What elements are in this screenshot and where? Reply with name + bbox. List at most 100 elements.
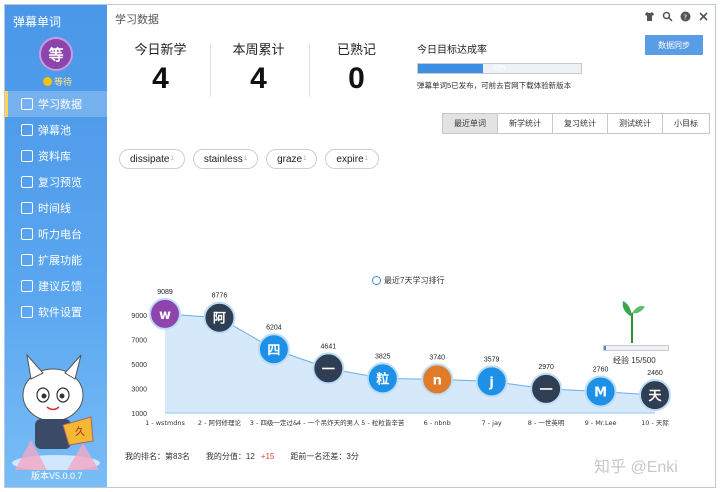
word-count: 1 [303,156,307,162]
word-count: 1 [364,156,369,162]
y-tick-label: 9000 [131,313,147,320]
data-label: 9089 [157,289,173,296]
sidebar-item-study-data[interactable]: 学习数据 [5,91,107,117]
sidebar-item-library[interactable]: 资料库 [5,143,107,169]
tab-new-stats[interactable]: 新学统计 [497,114,552,133]
stat-today-new: 今日新学 4 [113,39,208,96]
barrage-icon [21,124,33,136]
footer-stats: 我的排名：第83名 我的分值：12 +15 距前一名还差：3分 [125,451,359,462]
sidebar-item-label: 复习预览 [38,177,82,189]
grid-icon [21,254,33,266]
x-tick-label: 1 - wstmdns [145,419,185,427]
sprout-icon [622,301,645,343]
x-tick-label: 7 - jay [482,419,502,427]
daily-goal: 今日目标达成率 40% 弹幕单词5已发布，可前去官网下载体验新版本 [417,41,617,91]
svg-text:久: 久 [75,426,85,438]
level-badge: 等待 [43,75,72,88]
experience-label: 经验 15/500 [613,356,656,365]
data-point-avatar-label: 一 [322,362,335,377]
data-label: 2760 [593,366,609,373]
stat-week-total: 本周累计 4 [211,39,306,96]
data-point-avatar-label: j [488,375,493,390]
recent-words-list: dissipate 1 stainless 1 graze 1 expire 1 [119,149,380,169]
bar-chart-icon [21,98,33,110]
tab-test-stats[interactable]: 测试统计 [607,114,662,133]
version-label: 版本V5.0.0.7 [31,471,83,481]
svg-text:?: ? [683,14,687,22]
data-label: 3825 [375,353,391,360]
data-point-avatar-label: n [433,373,442,388]
sidebar-nav: 学习数据 弹幕池 资料库 复习预览 时间线 听力电台 扩展功能 建议反馈 软件设… [5,91,107,325]
stat-value: 0 [348,62,365,95]
word-text: expire [336,153,364,165]
goal-title: 今日目标达成率 [417,45,487,56]
help-icon[interactable]: ? [680,11,691,22]
word-count: 1 [243,156,248,162]
data-label: 2460 [647,370,663,377]
y-tick-label: 7000 [131,338,147,345]
sync-button[interactable]: 数据同步 [645,35,703,55]
sidebar-item-label: 时间线 [38,203,71,215]
goal-percent: 40% [492,65,507,72]
avatar[interactable]: 等 [39,37,73,71]
sidebar-item-label: 扩展功能 [38,255,82,267]
level-label: 等待 [54,77,73,87]
calendar-icon [21,176,33,188]
stat-value: 4 [250,62,267,95]
word-chip[interactable]: dissipate 1 [119,149,185,169]
stat-label: 今日新学 [134,42,187,57]
data-label: 6204 [266,324,282,331]
x-tick-label: 6 - nbnb [424,419,451,427]
app-window: 弹幕单词 等 等待 学习数据 弹幕池 资料库 复习预览 时间线 听力电台 扩展功… [4,4,716,488]
x-tick-label: 4 - 一个吊炸天的男人 [297,418,360,427]
word-count: 1 [170,156,174,162]
experience-fill [604,346,606,350]
score-plus: +15 [260,452,275,461]
sidebar-item-extensions[interactable]: 扩展功能 [5,247,107,273]
sidebar-item-label: 软件设置 [38,307,82,319]
data-label: 2970 [538,364,554,371]
data-label: 3740 [429,354,445,361]
gap-to-next: 距前一名还差：3分 [290,452,359,461]
level-icon [43,77,52,86]
sidebar-item-barrage-pool[interactable]: 弹幕池 [5,117,107,143]
data-point-avatar-label: 阿 [213,312,226,327]
library-icon [21,150,33,162]
hourglass-icon [21,202,33,214]
stat-value: 4 [152,62,169,95]
word-text: graze [277,153,303,165]
sidebar-item-label: 建议反馈 [38,281,82,293]
word-chip[interactable]: expire 1 [325,149,380,169]
x-tick-label: 5 - 粒粒皆辛苦 [361,418,405,427]
shirt-icon[interactable] [644,11,655,22]
sidebar-item-label: 听力电台 [38,229,82,241]
tab-recent-words[interactable]: 最近单词 [443,114,497,133]
update-notice[interactable]: 弹幕单词5已发布，可前去官网下载体验新版本 [417,80,617,91]
word-text: stainless [203,153,243,165]
data-point-avatar-label: w [159,308,171,323]
word-chip[interactable]: stainless 1 [192,149,259,169]
word-chip[interactable]: graze 1 [266,149,318,169]
x-tick-label: 8 - 一世英明 [528,418,565,427]
data-point-avatar-label: 一 [540,383,553,398]
sidebar-item-settings[interactable]: 软件设置 [5,299,107,325]
tab-small-goal[interactable]: 小目标 [662,114,709,133]
experience-bar [603,345,669,351]
data-point-avatar-label: 天 [648,389,662,404]
sidebar-item-label: 学习数据 [38,99,82,111]
data-point-avatar-label: 粒 [376,371,389,387]
sidebar-item-radio[interactable]: 听力电台 [5,221,107,247]
close-icon[interactable] [698,11,709,22]
stat-mastered: 已熟记 0 [309,39,404,96]
x-tick-label: 2 - 阿何修理论 [198,418,242,427]
sidebar-item-review-preview[interactable]: 复习预览 [5,169,107,195]
sidebar-item-label: 弹幕池 [38,125,71,137]
tab-review-stats[interactable]: 复习统计 [552,114,607,133]
search-icon[interactable] [662,11,673,22]
data-label: 4641 [321,343,337,350]
goal-progress-bar: 40% [417,63,582,74]
data-point-avatar-label: 四 [267,343,280,358]
sidebar-item-timeline[interactable]: 时间线 [5,195,107,221]
sidebar-item-feedback[interactable]: 建议反馈 [5,273,107,299]
my-score: 我的分值：12 [205,452,255,461]
